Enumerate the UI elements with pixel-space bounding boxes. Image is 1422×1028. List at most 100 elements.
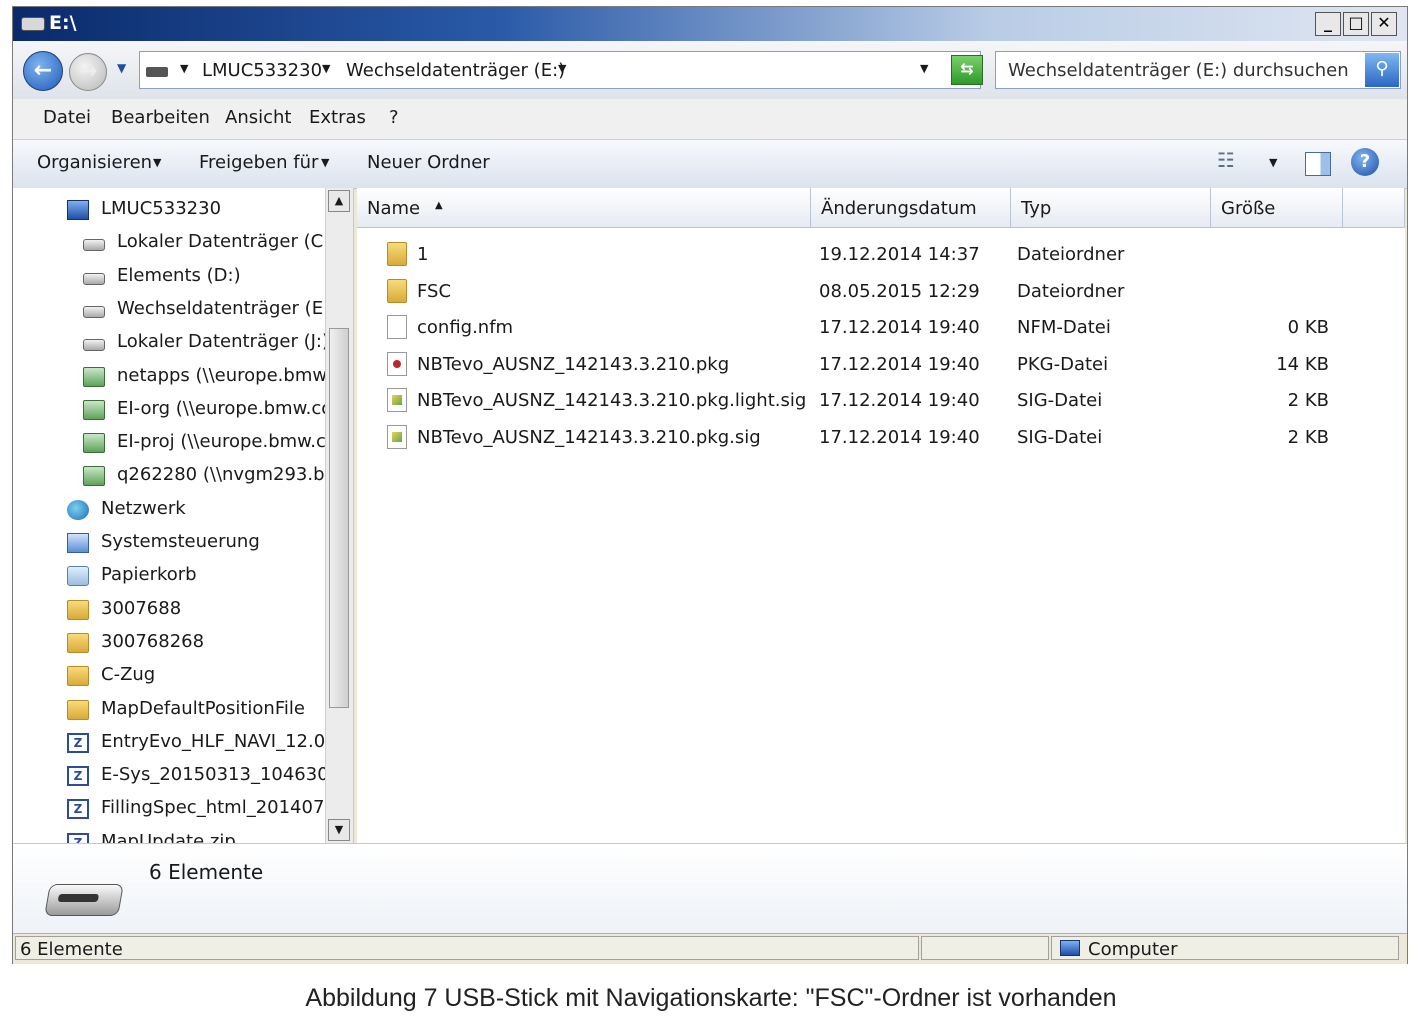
file-type: Dateiordner [1017, 244, 1125, 265]
file-row[interactable]: NBTevo_AUSNZ_142143.3.210.pkg.light.sig 1… [357, 382, 1405, 418]
file-size: 0 KB [1287, 317, 1329, 339]
address-history-dropdown[interactable]: ▼ [920, 62, 928, 75]
nav-item-label: E-Sys_20150313_104630.zi [101, 764, 349, 786]
menu-help[interactable]: ? [389, 107, 399, 128]
file-row[interactable]: config.nfm 17.12.2014 19:40 NFM-Datei 0 KB [357, 309, 1405, 345]
zip-icon: Z [67, 832, 89, 843]
zip-icon: Z [67, 799, 89, 820]
new-folder-button[interactable]: Neuer Ordner [367, 152, 490, 173]
back-button[interactable]: ← [23, 51, 63, 91]
column-header-date[interactable]: Änderungsdatum [811, 188, 1011, 228]
drive-icon [83, 339, 105, 352]
scroll-up-button[interactable]: ▲ [328, 190, 350, 212]
nav-item-label: Papierkorb [101, 564, 197, 586]
recycle-bin-icon [67, 566, 89, 587]
network-drive-icon [83, 433, 105, 454]
file-row[interactable]: 1 19.12.2014 14:37 Dateiordner [357, 236, 1405, 272]
nav-item-label: MapUpdate.zip [101, 830, 236, 843]
chevron-down-icon[interactable]: ▼ [180, 62, 188, 75]
menu-tools[interactable]: Extras [309, 107, 366, 128]
file-date: 17.12.2014 19:40 [819, 353, 980, 375]
file-date: 19.12.2014 14:37 [819, 244, 980, 265]
window-title: E:\ [49, 12, 77, 34]
figure-caption: Abbildung 7 USB-Stick mit Navigationskar… [305, 984, 1117, 1012]
file-size: 2 KB [1287, 390, 1329, 412]
folder-icon [67, 699, 89, 720]
nav-item-label: MapDefaultPositionFile [101, 697, 305, 719]
file-name: NBTevo_AUSNZ_142143.3.210.pkg [417, 353, 730, 375]
nav-item-label: EntryEvo_HLF_NAVI_12.01. [101, 730, 343, 752]
menu-edit[interactable]: Bearbeiten [111, 107, 210, 128]
nav-item-label: Netzwerk [101, 497, 186, 519]
status-bar: 6 Elemente Computer [13, 933, 1407, 964]
breadcrumb-drive[interactable]: Wechseldatenträger (E:) [346, 60, 565, 81]
nav-item-label: netapps (\\europe.bmw.c [117, 364, 342, 386]
file-size: 2 KB [1287, 427, 1329, 448]
chevron-down-icon[interactable]: ▼ [558, 62, 566, 75]
search-placeholder: Wechseldatenträger (E:) durchsuchen [1008, 60, 1349, 81]
preview-pane-icon[interactable] [1305, 152, 1331, 176]
search-icon[interactable]: ⚲ [1365, 53, 1399, 87]
status-segment-location: Computer [1051, 936, 1399, 960]
maximize-button[interactable]: □ [1343, 12, 1369, 36]
folder-icon [387, 278, 407, 303]
file-name: 1 [417, 244, 429, 265]
folder-icon [387, 242, 407, 266]
help-icon[interactable]: ? [1351, 148, 1379, 176]
forward-button[interactable]: → [69, 53, 107, 91]
breadcrumb-computer[interactable]: LMUC533230 [202, 60, 322, 81]
address-field[interactable]: ▼ LMUC533230 ▼ Wechseldatenträger (E:) ▼… [139, 51, 981, 89]
scroll-thumb[interactable] [329, 328, 349, 708]
file-row[interactable]: NBTevo_AUSNZ_142143.3.210.pkg 17.12.2014 … [357, 346, 1405, 382]
recent-pages-dropdown[interactable]: ▼ [117, 61, 126, 75]
address-bar-area: ← → ▼ ▼ LMUC533230 ▼ Wechseldatenträger … [13, 41, 1407, 99]
nav-item-label: Elements (D:) [117, 264, 241, 286]
navigation-scrollbar[interactable]: ▲ ▼ [325, 188, 353, 843]
title-bar[interactable]: E:\ _ □ ✕ [13, 7, 1407, 41]
view-options-icon[interactable]: ☷ [1217, 148, 1247, 178]
share-button[interactable]: Freigeben für [199, 152, 318, 173]
chevron-down-icon[interactable]: ▼ [322, 62, 330, 75]
file-row[interactable]: FSC 08.05.2015 12:29 Dateiordner [357, 273, 1405, 309]
navigation-pane: LMUC533230 Lokaler Datenträger (C:) Elemen… [13, 188, 354, 843]
minimize-button[interactable]: _ [1315, 12, 1341, 36]
menu-view[interactable]: Ansicht [225, 107, 291, 128]
column-header-size[interactable]: Größe [1211, 188, 1343, 228]
file-name: config.nfm [417, 317, 514, 339]
nav-item-label: Wechseldatenträger (E:) [117, 297, 337, 319]
folder-icon [67, 599, 89, 620]
removable-drive-icon [21, 17, 45, 31]
chevron-down-icon[interactable]: ▼ [321, 156, 329, 169]
chevron-down-icon[interactable]: ▼ [153, 156, 161, 169]
package-file-icon [387, 351, 407, 376]
computer-icon [1060, 940, 1080, 956]
item-count: 6 Elemente [149, 860, 264, 884]
nav-item-label: Systemsteuerung [101, 531, 260, 552]
organize-button[interactable]: Organisieren [37, 152, 152, 173]
chevron-down-icon[interactable]: ▼ [1269, 156, 1277, 169]
menu-bar: Datei Bearbeiten Ansicht Extras ? [13, 99, 1407, 140]
search-input[interactable]: Wechseldatenträger (E:) durchsuchen ⚲ [995, 51, 1401, 89]
refresh-button[interactable]: ⇆ [951, 55, 983, 85]
explorer-window: E:\ _ □ ✕ ← → ▼ ▼ LMUC533230 ▼ Wechselda… [12, 6, 1408, 964]
menu-file[interactable]: Datei [43, 107, 91, 128]
file-name: NBTevo_AUSNZ_142143.3.210.pkg.light.sig [417, 390, 807, 412]
column-header-type[interactable]: Typ [1011, 188, 1211, 228]
usb-drive-icon [44, 884, 124, 916]
scroll-down-button[interactable]: ▼ [328, 819, 350, 841]
drive-icon [83, 272, 105, 285]
column-header-name[interactable]: Name ▲ [357, 188, 811, 228]
file-date: 17.12.2014 19:40 [819, 427, 980, 448]
file-row[interactable]: NBTevo_AUSNZ_142143.3.210.pkg.sig 17.12.2… [357, 419, 1405, 455]
zip-icon: Z [67, 766, 89, 787]
nav-item-label: LMUC533230 [101, 198, 222, 219]
nav-item-label: 3007688 [101, 597, 182, 619]
removable-drive-icon [83, 305, 105, 318]
file-type: SIG-Datei [1017, 390, 1103, 412]
system-drive-icon [83, 239, 105, 252]
file-type: NFM-Datei [1017, 317, 1111, 339]
nav-item-label: FillingSpec_html_20140715.: [101, 797, 354, 819]
file-date: 08.05.2015 12:29 [819, 280, 980, 302]
file-type: SIG-Datei [1017, 427, 1103, 448]
close-button[interactable]: ✕ [1371, 12, 1397, 36]
